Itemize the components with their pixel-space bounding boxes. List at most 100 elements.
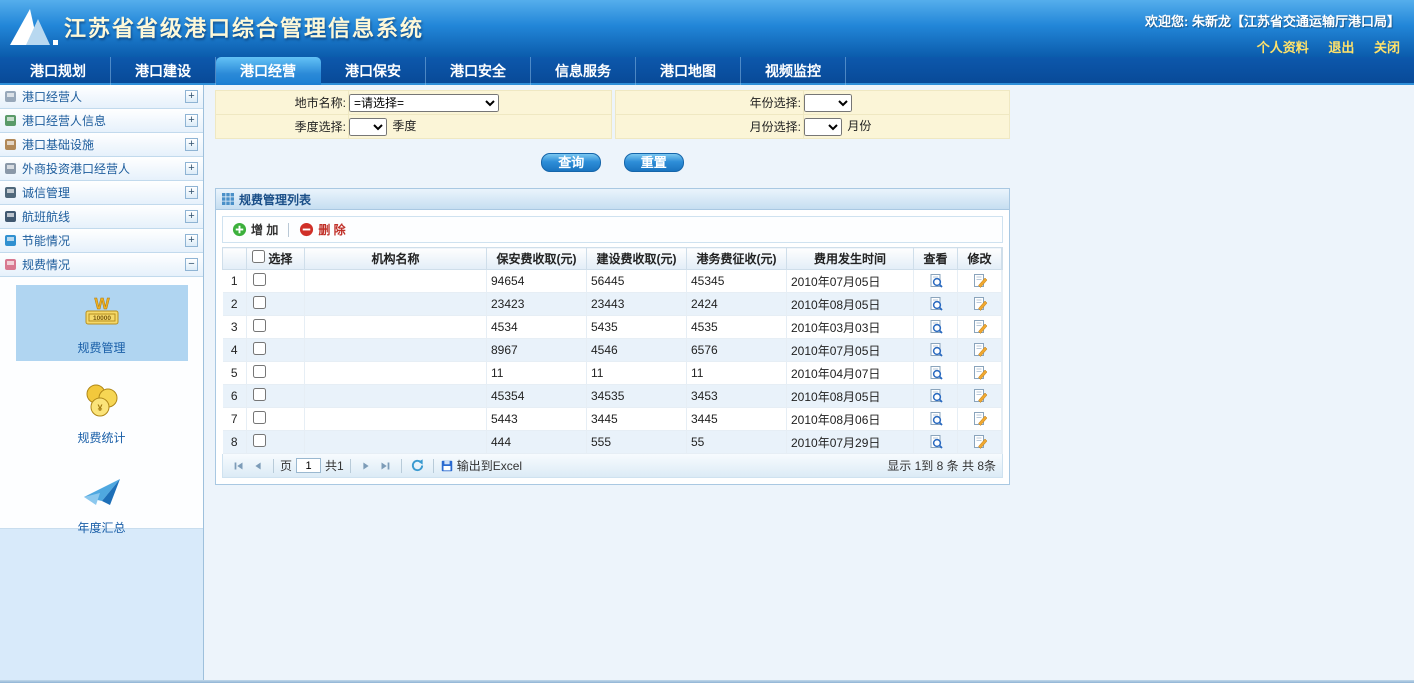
profile-link[interactable]: 个人资料 [1257,40,1309,55]
pager-summary: 显示 1到 8 条 共 8条 [887,457,996,474]
nav-tab-label: 信息服务 [555,61,611,81]
port-fee-cell: 6576 [687,339,787,362]
monitor-icon [4,90,17,103]
nav-tab-port-safety[interactable]: 港口安全 [426,57,531,85]
submenu-item-fee-statistics[interactable]: ¥ 规费统计 [16,375,188,451]
org-name-cell [305,316,487,339]
sidebar-item-foreign-operators[interactable]: 外商投资港口经营人 + [0,157,203,181]
sidebar-item-operator-info[interactable]: 港口经营人信息 + [0,109,203,133]
row-checkbox[interactable] [253,273,266,286]
sidebar-item-routes[interactable]: 航班航线 + [0,205,203,229]
edit-header: 修改 [958,248,1002,270]
edit-icon[interactable] [972,342,988,358]
nav-tab-video-monitor[interactable]: 视频监控 [741,57,846,85]
expand-button[interactable]: + [185,234,198,247]
sidebar-item-port-operators[interactable]: 港口经营人 + [0,85,203,109]
edit-icon[interactable] [972,411,988,427]
month-select[interactable] [804,118,842,136]
search-form-right: 年份选择: 月份选择: 月份 [615,90,1010,139]
port-fee-cell: 55 [687,431,787,454]
construction-fee-header: 建设费收取(元) [587,248,687,270]
edit-icon[interactable] [972,388,988,404]
submenu-item-fee-management[interactable]: 10000 W 规费管理 [16,285,188,361]
expand-button[interactable]: − [185,258,198,271]
sidebar-item-label: 外商投资港口经营人 [22,160,185,177]
table-row: 3 4534 5435 4535 2010年03月03日 [223,316,1003,339]
next-page-button[interactable] [358,457,375,474]
row-checkbox[interactable] [253,434,266,447]
refresh-button[interactable] [409,457,426,474]
sidebar-item-integrity-management[interactable]: 诚信管理 + [0,181,203,205]
pager-separator [350,459,351,473]
row-number-cell: 4 [223,339,247,362]
view-header: 查看 [914,248,958,270]
first-page-button[interactable] [230,457,247,474]
sidebar-item-fees[interactable]: 规费情况 − [0,253,203,277]
export-excel-button[interactable]: 输出到Excel [440,457,522,474]
document-icon [4,186,17,199]
app-title: 江苏省省级港口综合管理信息系统 [64,11,424,43]
sidebar-item-port-infrastructure[interactable]: 港口基础设施 + [0,133,203,157]
sidebar-item-label: 港口经营人 [22,88,185,105]
last-page-button[interactable] [377,457,394,474]
nav-tab-port-planning[interactable]: 港口规划 [6,57,111,85]
delete-button[interactable]: 删 除 [299,221,345,238]
row-checkbox[interactable] [253,296,266,309]
construction-fee-cell: 555 [587,431,687,454]
row-checkbox[interactable] [253,388,266,401]
nav-tab-port-security[interactable]: 港口保安 [321,57,426,85]
row-checkbox[interactable] [253,319,266,332]
edit-icon[interactable] [972,434,988,450]
prev-page-button[interactable] [249,457,266,474]
expand-button[interactable]: + [185,90,198,103]
page-input[interactable] [296,458,321,473]
svg-text:W: W [94,296,110,313]
expand-button[interactable]: + [185,186,198,199]
edit-icon[interactable] [972,365,988,381]
expand-button[interactable]: + [185,138,198,151]
nav-tab-port-construction[interactable]: 港口建设 [111,57,216,85]
nav-tab-port-operation[interactable]: 港口经营 [216,57,321,85]
view-icon[interactable] [928,319,944,335]
view-icon[interactable] [928,342,944,358]
search-form: 地市名称: =请选择= 季度选择: 季度 [215,90,1010,139]
quarter-select[interactable] [349,118,387,136]
view-icon[interactable] [928,434,944,450]
close-link[interactable]: 关闭 [1374,40,1400,55]
view-icon[interactable] [928,296,944,312]
table-row: 2 23423 23443 2424 2010年08月05日 [223,293,1003,316]
city-select[interactable]: =请选择= [349,94,499,112]
edit-icon[interactable] [972,296,988,312]
sidebar-item-energy-saving[interactable]: 节能情况 + [0,229,203,253]
filler-cell [1002,316,1003,339]
view-icon[interactable] [928,411,944,427]
row-checkbox[interactable] [253,411,266,424]
add-button[interactable]: 增 加 [232,221,278,238]
org-name-cell [305,362,487,385]
edit-icon[interactable] [972,273,988,289]
select-all-checkbox[interactable] [252,250,265,263]
view-icon[interactable] [928,273,944,289]
nav-tab-port-map[interactable]: 港口地图 [636,57,741,85]
nav-tab-info-service[interactable]: 信息服务 [531,57,636,85]
security-fee-header: 保安费收取(元) [487,248,587,270]
query-button[interactable]: 查询 [541,153,601,172]
person-icon [4,114,17,127]
logout-link[interactable]: 退出 [1328,40,1354,55]
row-checkbox[interactable] [253,342,266,355]
expand-button[interactable]: + [185,210,198,223]
table-row: 1 94654 56445 45345 2010年07月05日 [223,270,1003,293]
reset-button[interactable]: 重置 [624,153,684,172]
toolbar-separator [288,223,289,237]
view-icon[interactable] [928,365,944,381]
panel-title: 规费管理列表 [239,191,311,208]
header-links: 个人资料 退出 关闭 [1241,37,1400,56]
year-select[interactable] [804,94,852,112]
submenu-item-annual-summary[interactable]: 年度汇总 [16,465,188,541]
expand-button[interactable]: + [185,114,198,127]
view-icon[interactable] [928,388,944,404]
edit-icon[interactable] [972,319,988,335]
expand-button[interactable]: + [185,162,198,175]
table-row: 6 45354 34535 3453 2010年08月05日 [223,385,1003,408]
row-checkbox[interactable] [253,365,266,378]
